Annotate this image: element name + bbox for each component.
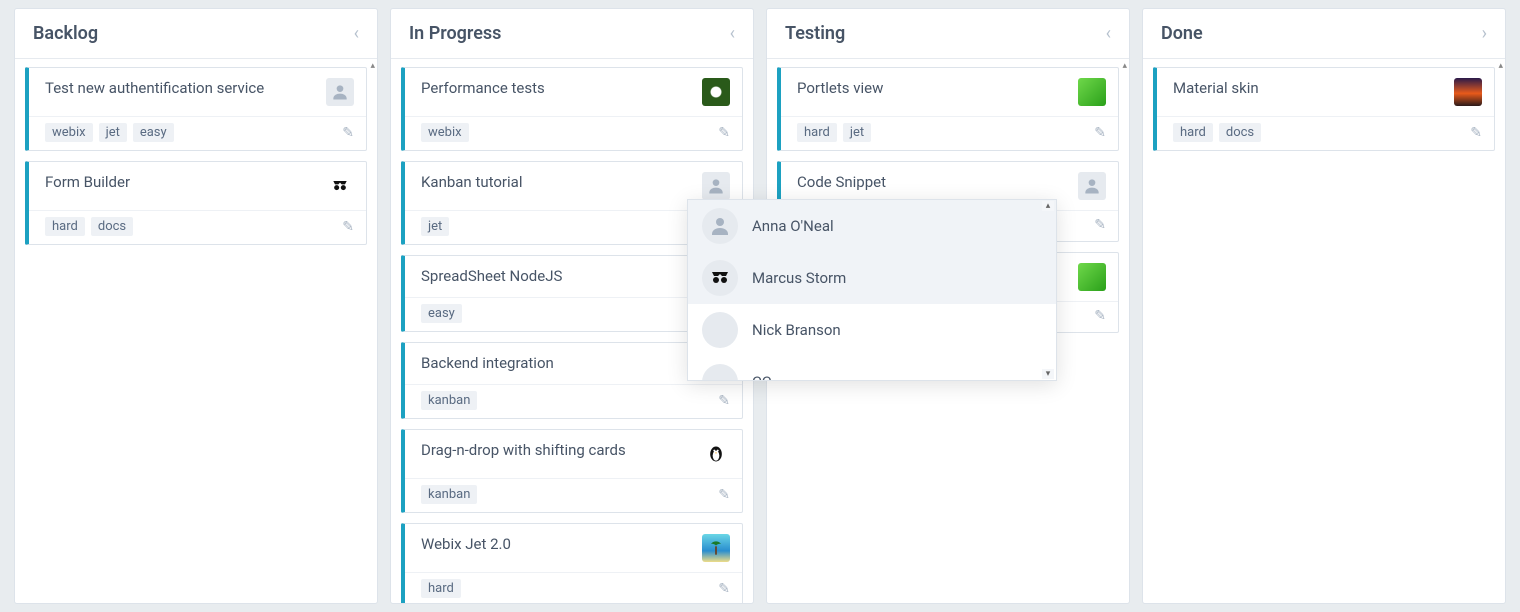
card[interactable]: Material skin hard docs ✎ (1153, 67, 1495, 151)
column-done: Done › ▴ Material skin hard docs ✎ (1142, 8, 1506, 604)
card-title: Portlets view (797, 78, 1078, 99)
user-option[interactable]: Nick Branson (688, 304, 1056, 356)
edit-icon[interactable]: ✎ (718, 487, 730, 503)
tag[interactable]: jet (843, 123, 871, 142)
avatar-icon[interactable] (702, 440, 730, 468)
avatar-icon[interactable] (702, 534, 730, 562)
card-title: Test new authentification service (45, 78, 326, 99)
scroll-up-icon[interactable]: ▴ (1042, 201, 1054, 211)
card[interactable]: Form Builder hard docs ✎ (25, 161, 367, 245)
user-select-popup[interactable]: ▴ Anna O'Neal Marcus Storm Nick Brans (687, 199, 1057, 381)
edit-icon[interactable]: ✎ (342, 219, 354, 235)
user-name: CC (752, 373, 772, 380)
tag[interactable]: jet (99, 123, 127, 142)
card-title: Material skin (1173, 78, 1454, 99)
avatar-icon (702, 260, 738, 296)
tag[interactable]: easy (421, 304, 462, 323)
avatar-icon (702, 364, 738, 380)
card-title: Backend integration (421, 353, 730, 374)
user-option[interactable]: CC (688, 356, 1056, 380)
column-title: In Progress (409, 23, 501, 44)
user-list[interactable]: Anna O'Neal Marcus Storm Nick Branson CC (688, 200, 1056, 380)
edit-icon[interactable]: ✎ (718, 393, 730, 409)
column-header[interactable]: Testing ‹ (767, 9, 1129, 59)
avatar-icon[interactable] (1078, 263, 1106, 291)
scroll-up-icon[interactable]: ▴ (370, 61, 375, 71)
card-title: Code Snippet (797, 172, 1078, 193)
user-option[interactable]: Marcus Storm (688, 252, 1056, 304)
chevron-left-icon[interactable]: ‹ (1106, 23, 1111, 44)
tag[interactable]: kanban (421, 485, 477, 504)
kanban-board: Backlog ‹ ▴ Test new authentification se… (0, 0, 1520, 612)
column-title: Backlog (33, 23, 98, 44)
tag[interactable]: webix (45, 123, 93, 142)
edit-icon[interactable]: ✎ (1094, 217, 1106, 233)
avatar-icon[interactable] (702, 78, 730, 106)
column-header[interactable]: Backlog ‹ (15, 9, 377, 59)
avatar-icon[interactable] (1454, 78, 1482, 106)
card-title: Webix Jet 2.0 (421, 534, 702, 555)
chevron-left-icon[interactable]: ‹ (354, 23, 359, 44)
scroll-up-icon[interactable]: ▴ (1498, 61, 1503, 71)
card[interactable]: Portlets view hard jet ✎ (777, 67, 1119, 151)
tag[interactable]: jet (421, 217, 449, 236)
edit-icon[interactable]: ✎ (1094, 125, 1106, 141)
column-backlog: Backlog ‹ ▴ Test new authentification se… (14, 8, 378, 604)
column-body[interactable]: ▴ Material skin hard docs ✎ (1143, 59, 1505, 603)
column-title: Testing (785, 23, 845, 44)
tag-list: hard docs (45, 217, 133, 236)
avatar-icon[interactable] (1078, 172, 1106, 200)
tag[interactable]: easy (133, 123, 174, 142)
edit-icon[interactable]: ✎ (1094, 308, 1106, 324)
user-name: Marcus Storm (752, 269, 846, 287)
chevron-left-icon[interactable]: ‹ (730, 23, 735, 44)
tag[interactable]: hard (45, 217, 85, 236)
tag[interactable]: hard (797, 123, 837, 142)
scroll-up-icon[interactable]: ▴ (1122, 61, 1127, 71)
column-body[interactable]: ▴ Test new authentification service webi… (15, 59, 377, 603)
edit-icon[interactable]: ✎ (718, 125, 730, 141)
column-testing: Testing ‹ ▴ Portlets view hard jet ✎ (766, 8, 1130, 604)
avatar-icon[interactable] (1078, 78, 1106, 106)
edit-icon[interactable]: ✎ (1470, 125, 1482, 141)
user-name: Nick Branson (752, 321, 841, 339)
card-title: SpreadSheet NodeJS (421, 266, 730, 287)
column-header[interactable]: In Progress ‹ (391, 9, 753, 59)
tag[interactable]: hard (421, 579, 461, 598)
tag[interactable]: docs (1219, 123, 1261, 142)
card[interactable]: Test new authentification service webix … (25, 67, 367, 151)
card[interactable]: Drag-n-drop with shifting cards kanban ✎ (401, 429, 743, 513)
avatar-icon[interactable] (702, 172, 730, 200)
tag-list: webix jet easy (45, 123, 174, 142)
avatar-icon[interactable] (326, 78, 354, 106)
card[interactable]: Webix Jet 2.0 hard ✎ (401, 523, 743, 603)
card[interactable]: Performance tests webix ✎ (401, 67, 743, 151)
tag[interactable]: docs (91, 217, 133, 236)
card-title: Performance tests (421, 78, 702, 99)
tag[interactable]: kanban (421, 391, 477, 410)
card-title: Drag-n-drop with shifting cards (421, 440, 702, 461)
tag[interactable]: webix (421, 123, 469, 142)
column-title: Done (1161, 23, 1203, 44)
user-name: Anna O'Neal (752, 217, 834, 235)
avatar-icon (702, 312, 738, 348)
scroll-down-icon[interactable]: ▾ (1042, 369, 1054, 379)
user-option[interactable]: Anna O'Neal (688, 200, 1056, 252)
tag[interactable]: hard (1173, 123, 1213, 142)
column-header[interactable]: Done › (1143, 9, 1505, 59)
card-title: Kanban tutorial (421, 172, 702, 193)
avatar-icon (702, 208, 738, 244)
edit-icon[interactable]: ✎ (718, 581, 730, 597)
edit-icon[interactable]: ✎ (342, 125, 354, 141)
avatar-icon[interactable] (326, 172, 354, 200)
card-title: Form Builder (45, 172, 326, 193)
chevron-right-icon[interactable]: › (1482, 23, 1487, 44)
